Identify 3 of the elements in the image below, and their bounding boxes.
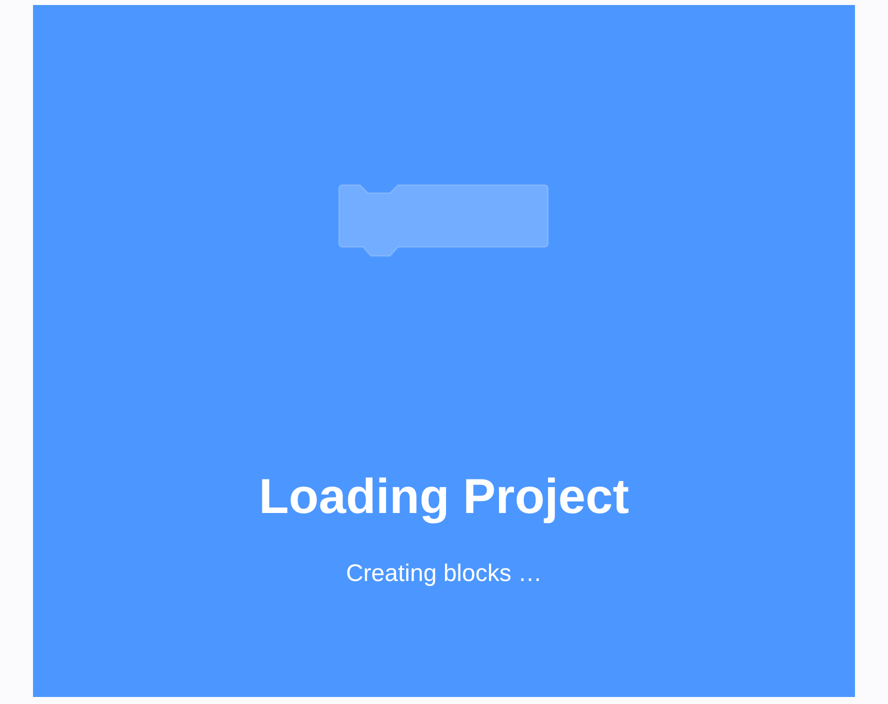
loading-message: Creating blocks … — [346, 559, 542, 589]
loading-title: Loading Project — [258, 469, 630, 525]
block-icon — [338, 184, 550, 260]
